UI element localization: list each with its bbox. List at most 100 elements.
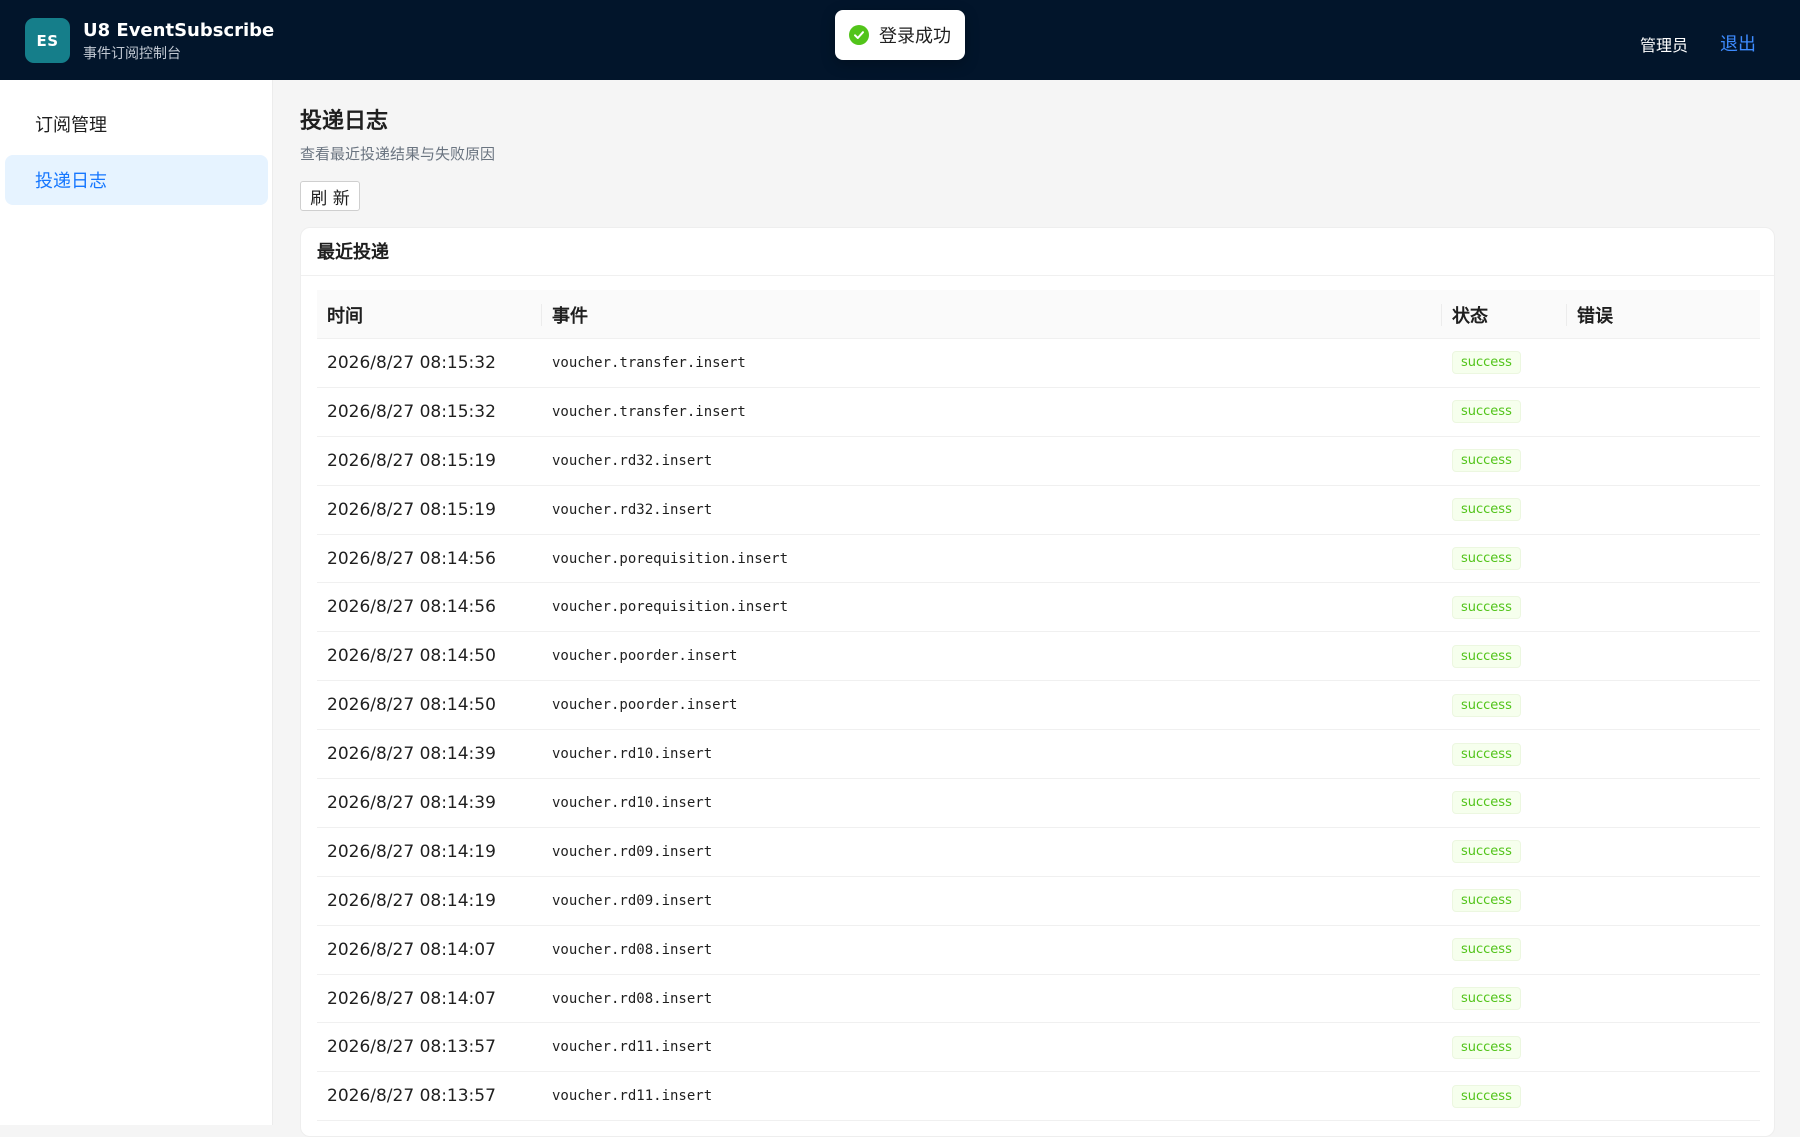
cell-error bbox=[1567, 730, 1760, 778]
table-row[interactable]: 2026/8/27 08:15:19 voucher.rd32.insert suc… bbox=[317, 486, 1760, 535]
table-row[interactable]: 2026/8/27 08:13:57 voucher.rd11.insert suc… bbox=[317, 1023, 1760, 1073]
cell-status: success bbox=[1442, 877, 1567, 925]
cell-status: success bbox=[1442, 339, 1567, 387]
cell-status: success bbox=[1442, 486, 1567, 534]
cell-error bbox=[1567, 926, 1760, 974]
toast-message: 登录成功 bbox=[879, 26, 951, 47]
status-badge: success bbox=[1452, 351, 1521, 375]
status-badge: success bbox=[1452, 938, 1521, 962]
sidebar-item-label: 订阅管理 bbox=[35, 115, 107, 136]
cell-status: success bbox=[1442, 1072, 1567, 1120]
column-header-event[interactable]: 事件 bbox=[542, 290, 588, 339]
table-row[interactable]: 2026/8/27 08:14:07 voucher.rd08.insert suc… bbox=[317, 926, 1760, 975]
status-badge: success bbox=[1452, 498, 1521, 522]
check-circle-icon bbox=[849, 25, 869, 45]
cell-error bbox=[1567, 681, 1760, 729]
cell-time: 2026/8/27 08:14:50 bbox=[327, 695, 496, 716]
table-body: 2026/8/27 08:15:32 voucher.transfer.inser… bbox=[317, 339, 1760, 1122]
card-divider bbox=[301, 275, 1774, 276]
app-subtitle: 事件订阅控制台 bbox=[83, 46, 181, 62]
cell-time: 2026/8/27 08:14:39 bbox=[327, 744, 496, 765]
cell-event: voucher.rd08.insert bbox=[552, 990, 713, 1007]
cell-event: voucher.rd32.insert bbox=[552, 501, 713, 518]
cell-time: 2026/8/27 08:15:32 bbox=[327, 352, 496, 373]
status-badge: success bbox=[1452, 547, 1521, 570]
cell-time: 2026/8/27 08:14:56 bbox=[327, 548, 496, 569]
cell-status: success bbox=[1442, 681, 1567, 729]
column-header-status[interactable]: 状态 bbox=[1442, 290, 1488, 339]
cell-status: success bbox=[1442, 632, 1567, 680]
recent-deliveries-card: 最近投递 时间 事件 状态 错误 2026/8/27 08:15:32 vouch… bbox=[300, 227, 1775, 1137]
table-row[interactable]: 2026/8/27 08:15:32 voucher.transfer.inser… bbox=[317, 388, 1760, 437]
cell-event: voucher.rd10.insert bbox=[552, 794, 713, 811]
cell-event: voucher.rd11.insert bbox=[552, 1088, 713, 1105]
cell-error bbox=[1567, 1072, 1760, 1120]
cell-event: voucher.rd09.insert bbox=[552, 892, 713, 909]
cell-error bbox=[1567, 975, 1760, 1023]
cell-event: voucher.rd32.insert bbox=[552, 452, 713, 469]
cell-event: voucher.transfer.insert bbox=[552, 403, 746, 420]
page-description: 查看最近投递结果与失败原因 bbox=[300, 145, 496, 163]
table-row[interactable]: 2026/8/27 08:14:50 voucher.poorder.insert… bbox=[317, 632, 1760, 682]
cell-status: success bbox=[1442, 926, 1567, 974]
column-header-error[interactable]: 错误 bbox=[1567, 290, 1613, 339]
table-row[interactable]: 2026/8/27 08:14:19 voucher.rd09.insert suc… bbox=[317, 877, 1760, 926]
refresh-button[interactable]: 刷 新 bbox=[300, 181, 360, 211]
cell-event: voucher.porequisition.insert bbox=[552, 550, 789, 567]
cell-event: voucher.poorder.insert bbox=[552, 697, 738, 714]
table-row[interactable]: 2026/8/27 08:15:32 voucher.transfer.inser… bbox=[317, 339, 1760, 388]
status-badge: success bbox=[1452, 449, 1521, 473]
column-header-time[interactable]: 时间 bbox=[317, 290, 363, 339]
app-title: U8 EventSubscribe bbox=[83, 20, 275, 41]
cell-time: 2026/8/27 08:15:19 bbox=[327, 499, 496, 520]
cell-error bbox=[1567, 828, 1760, 876]
cell-event: voucher.porequisition.insert bbox=[552, 599, 789, 616]
cell-event: voucher.rd11.insert bbox=[552, 1039, 713, 1056]
sidebar-item-subscriptions[interactable]: 订阅管理 bbox=[5, 99, 268, 149]
cell-error bbox=[1567, 437, 1760, 485]
cell-status: success bbox=[1442, 1023, 1567, 1071]
status-badge: success bbox=[1452, 1084, 1521, 1108]
cell-error bbox=[1567, 583, 1760, 631]
table-row[interactable]: 2026/8/27 08:15:19 voucher.rd32.insert suc… bbox=[317, 437, 1760, 486]
cell-error bbox=[1567, 535, 1760, 583]
table-row[interactable]: 2026/8/27 08:14:56 voucher.porequisition.… bbox=[317, 583, 1760, 633]
table-row[interactable]: 2026/8/27 08:14:39 voucher.rd10.insert suc… bbox=[317, 730, 1760, 780]
sidebar-item-delivery-logs[interactable]: 投递日志 bbox=[5, 155, 268, 205]
cell-time: 2026/8/27 08:14:19 bbox=[327, 890, 496, 911]
cell-status: success bbox=[1442, 828, 1567, 876]
table-row[interactable]: 2026/8/27 08:14:39 voucher.rd10.insert suc… bbox=[317, 779, 1760, 828]
status-badge: success bbox=[1452, 840, 1521, 864]
cell-status: success bbox=[1442, 437, 1567, 485]
status-badge: success bbox=[1452, 400, 1521, 424]
sidebar: 订阅管理 投递日志 bbox=[0, 80, 273, 1125]
cell-event: voucher.rd09.insert bbox=[552, 843, 713, 860]
logout-link[interactable]: 退出 bbox=[1720, 30, 1756, 56]
cell-status: success bbox=[1442, 388, 1567, 436]
cell-error bbox=[1567, 1023, 1760, 1071]
table-row[interactable]: 2026/8/27 08:14:50 voucher.poorder.insert… bbox=[317, 681, 1760, 731]
table-row[interactable]: 2026/8/27 08:14:19 voucher.rd09.insert suc… bbox=[317, 828, 1760, 877]
status-badge: success bbox=[1452, 987, 1521, 1011]
cell-time: 2026/8/27 08:14:50 bbox=[327, 646, 496, 667]
cell-error bbox=[1567, 632, 1760, 680]
cell-time: 2026/8/27 08:14:19 bbox=[327, 841, 496, 862]
cell-event: voucher.rd10.insert bbox=[552, 746, 713, 763]
sidebar-item-label: 投递日志 bbox=[35, 171, 107, 192]
cell-event: voucher.poorder.insert bbox=[552, 648, 738, 665]
table-row[interactable]: 2026/8/27 08:14:07 voucher.rd08.insert suc… bbox=[317, 975, 1760, 1024]
card-title: 最近投递 bbox=[317, 242, 389, 263]
status-badge: success bbox=[1452, 791, 1521, 815]
cell-event: voucher.rd08.insert bbox=[552, 941, 713, 958]
cell-status: success bbox=[1442, 535, 1567, 583]
table-row[interactable]: 2026/8/27 08:13:57 voucher.rd11.insert suc… bbox=[317, 1072, 1760, 1122]
cell-error bbox=[1567, 779, 1760, 827]
status-badge: success bbox=[1452, 889, 1521, 913]
cell-status: success bbox=[1442, 975, 1567, 1023]
cell-status: success bbox=[1442, 730, 1567, 778]
cell-time: 2026/8/27 08:14:56 bbox=[327, 597, 496, 618]
table-row[interactable]: 2026/8/27 08:14:56 voucher.porequisition.… bbox=[317, 535, 1760, 584]
current-user: 管理员 bbox=[1640, 36, 1689, 55]
page-title: 投递日志 bbox=[300, 109, 389, 134]
cell-time: 2026/8/27 08:14:07 bbox=[327, 988, 496, 1009]
